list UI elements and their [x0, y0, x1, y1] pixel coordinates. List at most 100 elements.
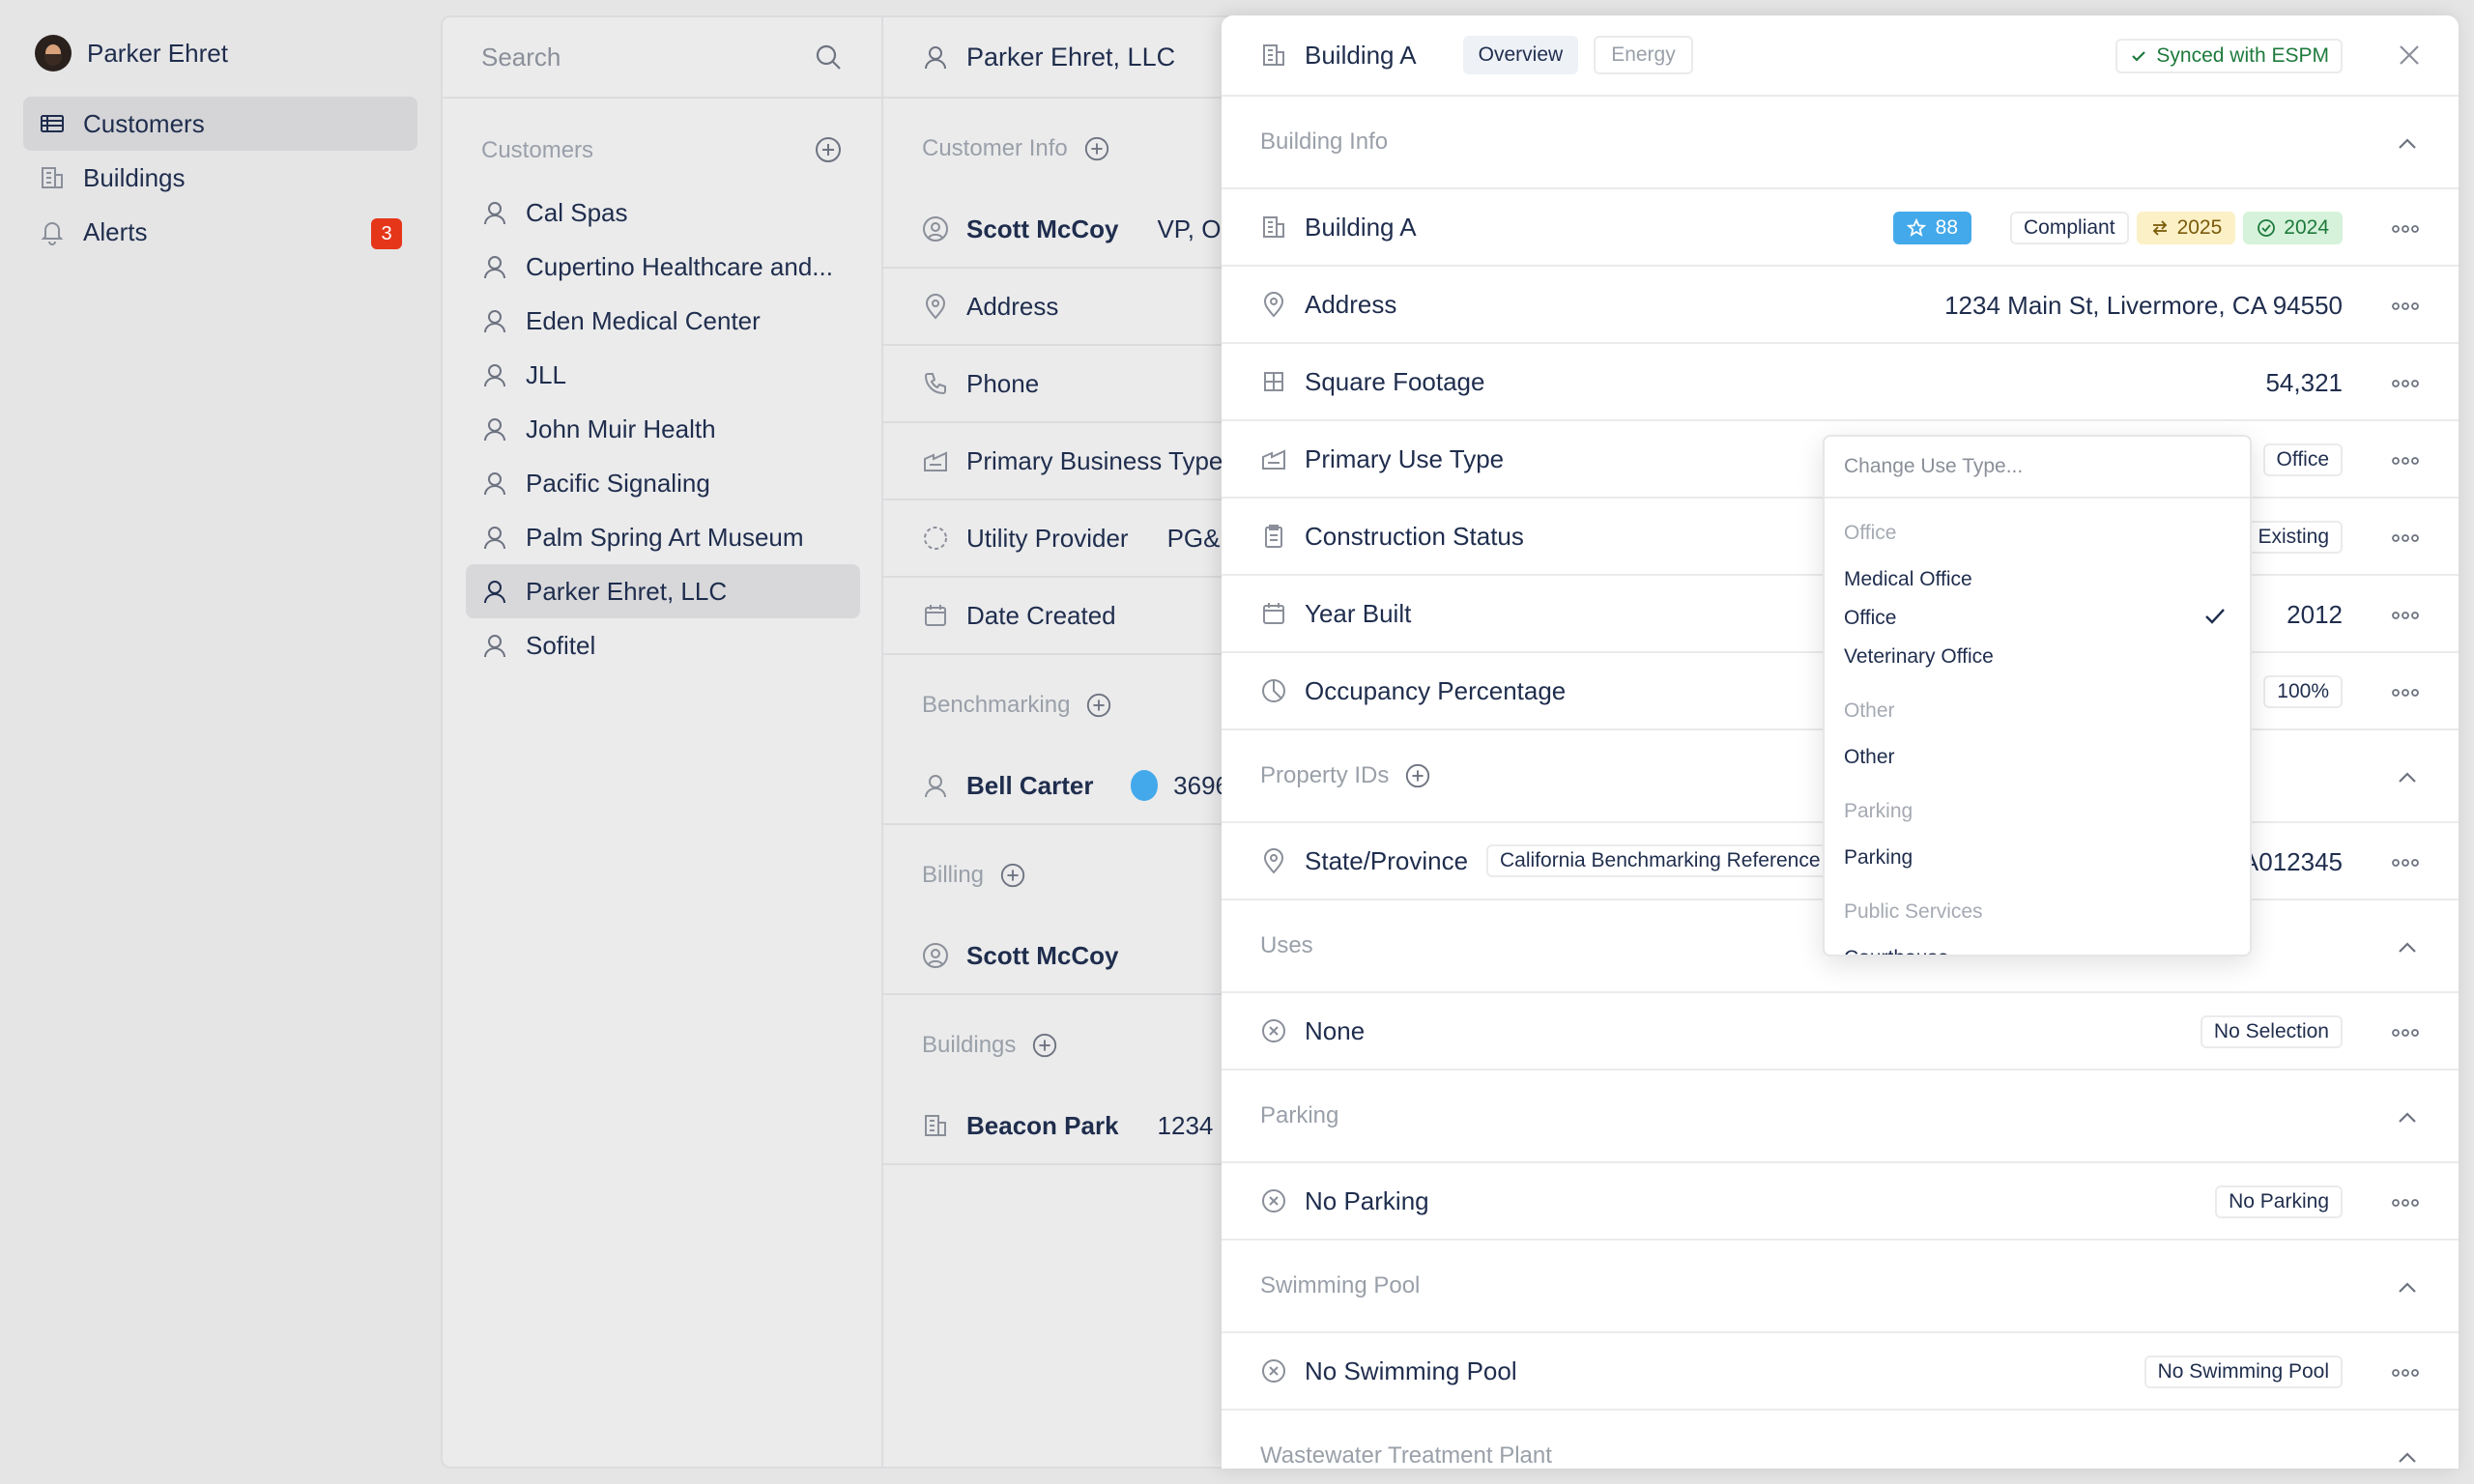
user-profile[interactable]: Parker Ehret	[35, 35, 228, 71]
address-row[interactable]: Address	[883, 269, 1229, 346]
more-icon[interactable]	[2391, 858, 2420, 868]
sidebar-item-customers[interactable]: Customers	[23, 97, 417, 151]
section-label: Wastewater Treatment Plant	[1260, 1442, 1552, 1469]
more-icon[interactable]	[2391, 533, 2420, 543]
dropdown-option[interactable]: Parking	[1844, 846, 1913, 870]
address-label: Address	[966, 291, 1059, 321]
more-icon[interactable]	[2391, 301, 2420, 311]
use-type-search-input[interactable]: Change Use Type...	[1825, 437, 2250, 499]
customer-item[interactable]: Pacific Signaling	[466, 456, 860, 510]
tab-energy[interactable]: Energy	[1594, 36, 1693, 74]
utility-provider-row[interactable]: Utility Provider PG&	[883, 500, 1229, 578]
wastewater-section[interactable]: Wastewater Treatment Plant	[1222, 1411, 2459, 1469]
customer-item[interactable]: JLL	[466, 348, 860, 402]
swimming-pool-row[interactable]: No Swimming Pool No Swimming Pool	[1222, 1333, 2459, 1411]
add-property-id-icon[interactable]	[1404, 762, 1431, 789]
x-circle-icon	[1260, 1357, 1287, 1384]
chevron-up-icon[interactable]	[2395, 1275, 2420, 1300]
table-icon	[39, 110, 66, 137]
more-icon[interactable]	[2391, 611, 2420, 620]
chevron-up-icon[interactable]	[2395, 131, 2420, 157]
calendar-icon	[922, 602, 949, 629]
more-icon[interactable]	[2391, 224, 2420, 234]
year-done-badge: 2024	[2243, 212, 2343, 244]
customer-name: Pacific Signaling	[526, 468, 710, 498]
chevron-up-icon[interactable]	[2395, 765, 2420, 790]
add-benchmarking-icon[interactable]	[1085, 692, 1112, 719]
building-list-row[interactable]: Beacon Park 1234 M	[883, 1088, 1229, 1165]
add-building-icon[interactable]	[1031, 1032, 1058, 1059]
sidebar-item-alerts[interactable]: Alerts 3	[23, 205, 417, 259]
building-address: 1234 M	[1157, 1110, 1229, 1140]
more-icon[interactable]	[2391, 688, 2420, 698]
customer-name: JLL	[526, 359, 566, 389]
section-label: Customer Info	[922, 135, 1068, 161]
benchmarking-section: Benchmarking	[922, 692, 1112, 719]
chevron-up-icon[interactable]	[2395, 1445, 2420, 1469]
customer-item-selected[interactable]: Parker Ehret, LLC	[466, 564, 860, 618]
square-footage-value: 54,321	[2265, 367, 2343, 397]
parking-label: No Parking	[1305, 1185, 1429, 1215]
more-icon[interactable]	[2391, 379, 2420, 388]
pie-chart-icon	[1260, 677, 1287, 704]
date-created-row[interactable]: Date Created	[883, 578, 1229, 655]
dropdown-option[interactable]: Courthouse	[1844, 947, 1949, 955]
benchmarking-row[interactable]: Bell Carter 3696	[883, 748, 1229, 825]
construction-status-value[interactable]: Existing	[2244, 521, 2343, 554]
uses-value[interactable]: No Selection	[2200, 1015, 2343, 1048]
sidebar-item-label: Buildings	[83, 162, 186, 192]
search-input[interactable]: Search	[443, 17, 881, 99]
more-icon[interactable]	[2391, 1198, 2420, 1208]
customer-item[interactable]: John Muir Health	[466, 402, 860, 456]
add-customer-info-icon[interactable]	[1083, 135, 1110, 162]
building-info-section[interactable]: Building Info	[1222, 97, 2459, 189]
customer-item[interactable]: Cal Spas	[466, 186, 860, 240]
chevron-up-icon[interactable]	[2395, 1105, 2420, 1130]
sidebar-item-buildings[interactable]: Buildings	[23, 151, 417, 205]
close-icon[interactable]	[2395, 41, 2424, 70]
swimming-pool-section[interactable]: Swimming Pool	[1222, 1241, 2459, 1333]
dropdown-option[interactable]: Other	[1844, 746, 1895, 769]
square-footage-row[interactable]: Square Footage 54,321	[1222, 344, 2459, 421]
billing-row[interactable]: Scott McCoy	[883, 918, 1229, 995]
business-type-row[interactable]: Primary Business Type	[883, 423, 1229, 500]
primary-use-type-value[interactable]: Office	[2262, 443, 2343, 476]
parking-section[interactable]: Parking	[1222, 1070, 2459, 1163]
contact-title: VP, Op	[1157, 214, 1229, 243]
user-name: Parker Ehret	[87, 38, 228, 68]
clipboard-icon	[1260, 523, 1287, 550]
phone-label: Phone	[966, 368, 1040, 398]
swimming-pool-value[interactable]: No Swimming Pool	[2143, 1356, 2343, 1388]
customer-item[interactable]: Eden Medical Center	[466, 294, 860, 348]
map-pin-icon	[1260, 847, 1287, 874]
dropdown-option[interactable]: Veterinary Office	[1844, 645, 1994, 669]
more-icon[interactable]	[2391, 1028, 2420, 1038]
buildings-section: Buildings	[922, 1032, 1058, 1059]
uses-label: None	[1305, 1015, 1366, 1045]
more-icon[interactable]	[2391, 456, 2420, 466]
phone-row[interactable]: Phone	[883, 346, 1229, 423]
parking-value[interactable]: No Parking	[2215, 1185, 2343, 1218]
contact-name: Scott McCoy	[966, 214, 1119, 243]
contact-row[interactable]: Scott McCoy VP, Op	[883, 191, 1229, 269]
year-due-badge: 2025	[2136, 212, 2236, 244]
add-customer-icon[interactable]	[814, 135, 843, 164]
customer-item[interactable]: Cupertino Healthcare and...	[466, 240, 860, 294]
search-icon[interactable]	[814, 43, 843, 71]
add-billing-icon[interactable]	[999, 862, 1026, 889]
occupancy-value[interactable]: 100%	[2263, 675, 2343, 708]
dropdown-option[interactable]: Medical Office	[1844, 568, 1972, 591]
address-row[interactable]: Address 1234 Main St, Livermore, CA 9455…	[1222, 267, 2459, 344]
dropdown-option-selected[interactable]: Office	[1844, 607, 1896, 630]
customer-item[interactable]: Palm Spring Art Museum	[466, 510, 860, 564]
chevron-up-icon[interactable]	[2395, 935, 2420, 960]
dashed-circle-icon	[922, 525, 949, 552]
building-icon	[1260, 42, 1287, 69]
parking-row[interactable]: No Parking No Parking	[1222, 1163, 2459, 1241]
uses-row[interactable]: None No Selection	[1222, 993, 2459, 1070]
tab-overview[interactable]: Overview	[1462, 36, 1579, 74]
customer-item[interactable]: Sofitel	[466, 618, 860, 672]
star-icon	[1906, 218, 1926, 237]
building-row[interactable]: Building A 88 Compliant 2025 2024	[1222, 189, 2459, 267]
more-icon[interactable]	[2391, 1368, 2420, 1378]
